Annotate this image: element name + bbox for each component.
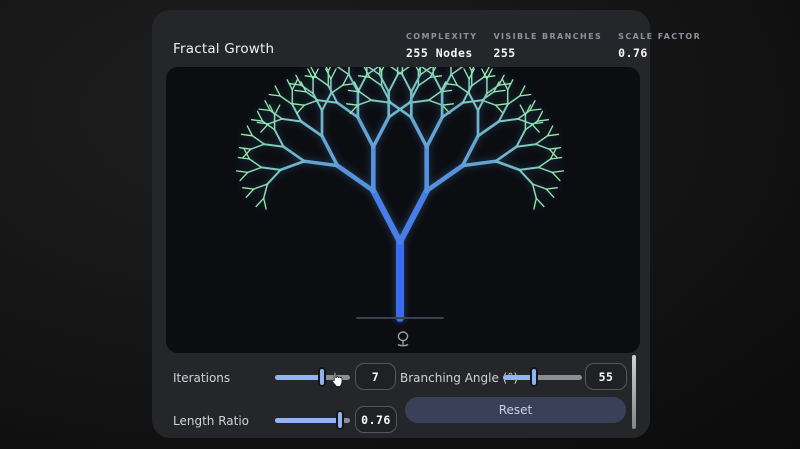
iterations-label: Iterations bbox=[173, 371, 231, 385]
fractal-canvas[interactable] bbox=[166, 67, 640, 353]
canvas-overlay bbox=[356, 317, 444, 347]
stat-visible-branches-label: VISIBLE BRANCHES bbox=[493, 32, 603, 41]
iterations-slider-thumb[interactable] bbox=[318, 367, 326, 387]
reset-button[interactable]: Reset bbox=[405, 397, 626, 423]
stat-complexity-value: 255 Nodes bbox=[406, 46, 473, 60]
branching-angle-value-box[interactable]: 55 bbox=[585, 363, 627, 390]
stats-bar: COMPLEXITY 255 Nodes VISIBLE BRANCHES 25… bbox=[406, 32, 701, 60]
length-ratio-label: Length Ratio bbox=[173, 414, 250, 428]
stat-visible-branches-value: 255 bbox=[493, 46, 516, 60]
stat-visible-branches: VISIBLE BRANCHES 255 bbox=[493, 32, 602, 60]
app-background: { "header": { "title": "Fractal Growth",… bbox=[0, 0, 800, 449]
branching-angle-slider-thumb[interactable] bbox=[530, 367, 539, 387]
vertical-scrollbar-thumb[interactable] bbox=[632, 355, 636, 429]
branching-angle-slider[interactable] bbox=[503, 366, 582, 388]
stat-scale-factor-value: 0.76 bbox=[618, 46, 648, 60]
tree-icon bbox=[397, 331, 409, 347]
hand-cursor-icon bbox=[331, 371, 343, 387]
iterations-value-box[interactable]: 7 bbox=[355, 363, 396, 390]
length-ratio-value-box[interactable]: 0.76 bbox=[355, 406, 397, 433]
page-title: Fractal Growth bbox=[173, 41, 275, 57]
iterations-slider-fill bbox=[275, 375, 323, 380]
length-ratio-slider-thumb[interactable] bbox=[336, 410, 344, 430]
stat-complexity-label: COMPLEXITY bbox=[406, 32, 478, 41]
length-ratio-slider-fill bbox=[275, 418, 341, 423]
length-ratio-slider[interactable] bbox=[275, 409, 350, 431]
stat-scale-factor-label: SCALE FACTOR bbox=[618, 32, 702, 41]
stat-complexity: COMPLEXITY 255 Nodes bbox=[406, 32, 477, 60]
stat-scale-factor: SCALE FACTOR 0.76 bbox=[618, 32, 701, 60]
fractal-growth-panel: Fractal Growth COMPLEXITY 255 Nodes VISI… bbox=[152, 10, 700, 438]
branching-angle-label: Branching Angle (°) bbox=[400, 371, 519, 385]
